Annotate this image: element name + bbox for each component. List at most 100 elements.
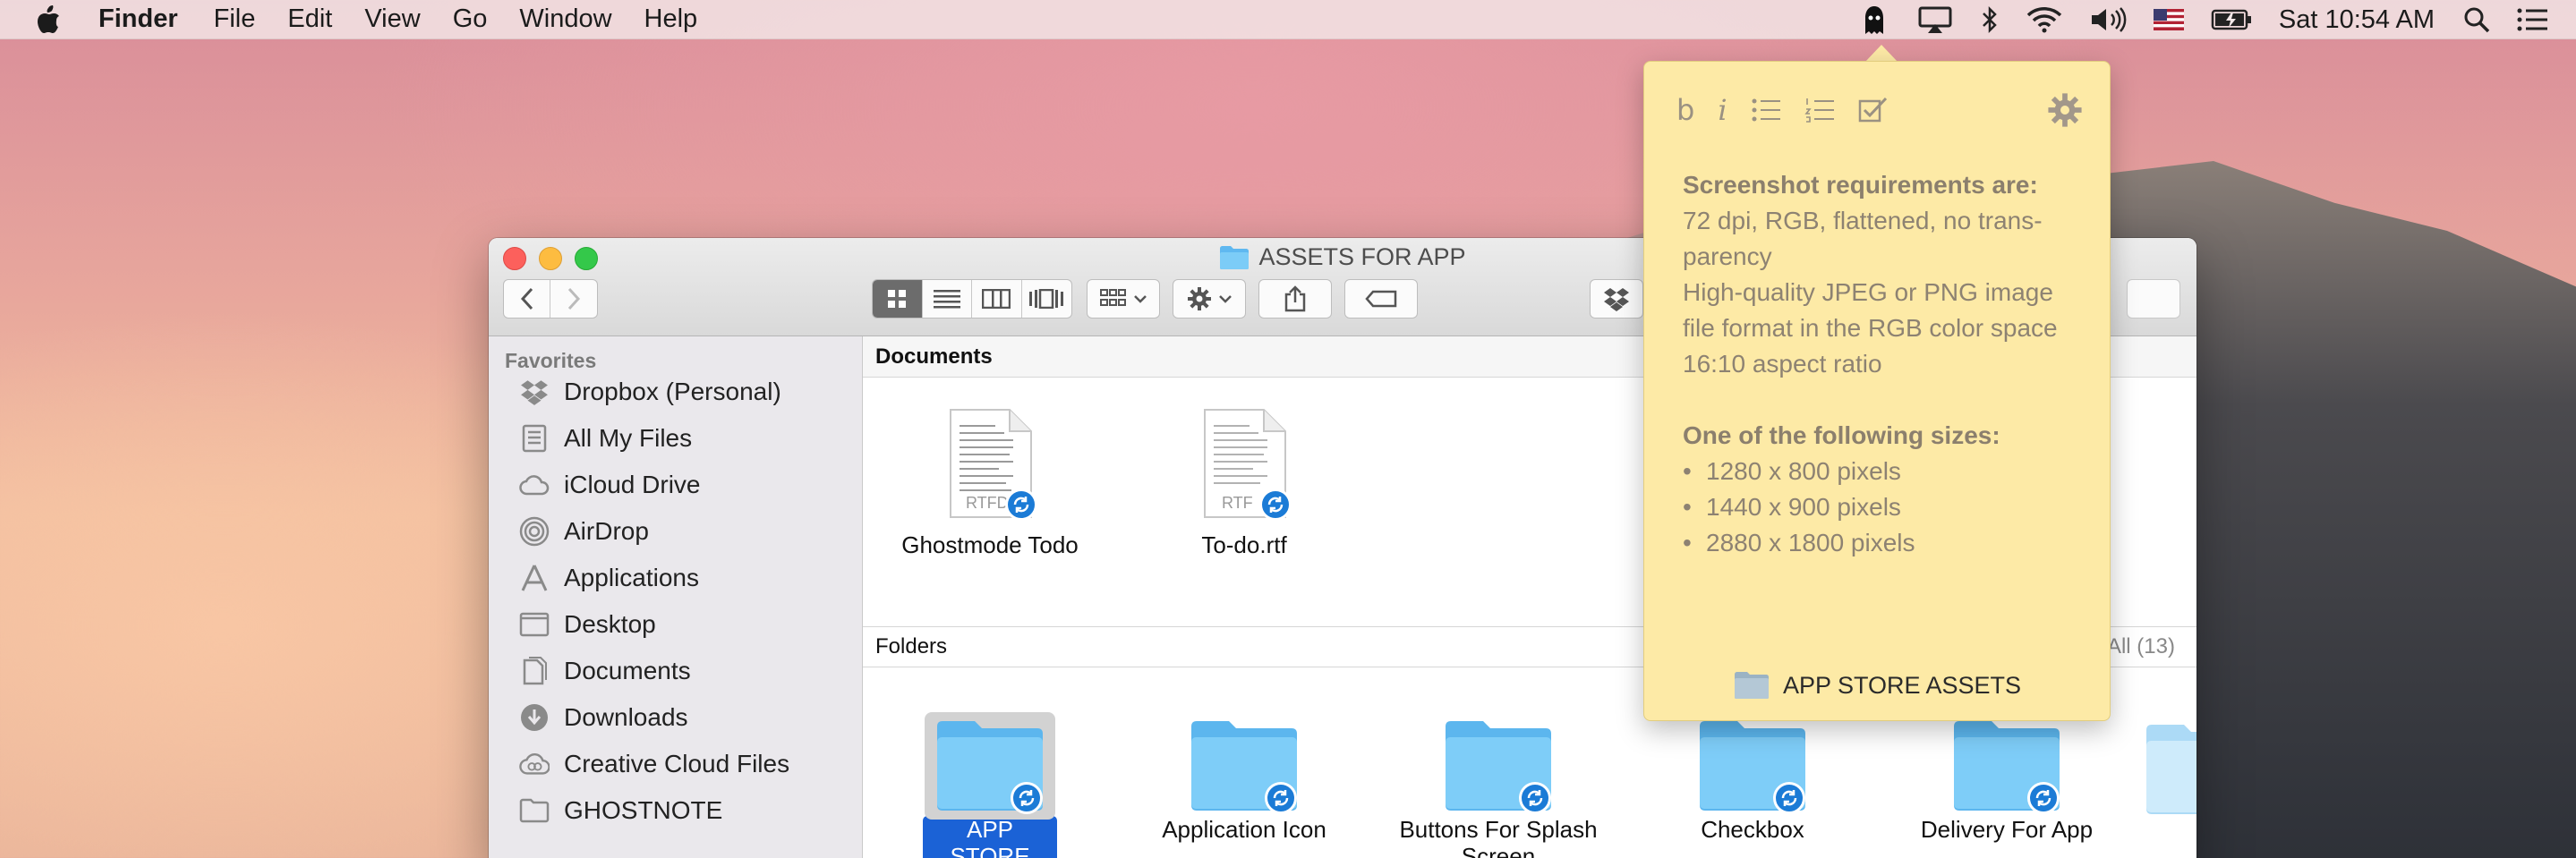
sidebar-item-ghostnote[interactable]: GHOSTNOTE <box>519 791 722 830</box>
numbered-list-button[interactable] <box>1804 92 1835 128</box>
apple-menu-icon[interactable] <box>36 4 63 34</box>
folder-icon <box>925 712 1055 820</box>
menu-file[interactable]: File <box>214 4 256 34</box>
folder-item-app-store-assets[interactable]: APP STORE ASSETS <box>874 712 1106 858</box>
bold-button[interactable]: b <box>1676 92 1694 128</box>
menu-help[interactable]: Help <box>644 4 698 34</box>
gear-icon <box>2048 93 2082 127</box>
dropbox-sync-icon <box>1265 782 1297 814</box>
sidebar-item-applications[interactable]: Applications <box>519 558 699 598</box>
columns-icon <box>982 289 1011 309</box>
arrange-icon <box>1100 289 1126 306</box>
menu-app-finder[interactable]: Finder <box>98 4 178 34</box>
sidebar-item-downloads[interactable]: Downloads <box>519 698 688 737</box>
menu-window[interactable]: Window <box>519 4 611 34</box>
document-name: Ghostmode Todo <box>901 531 1079 558</box>
bullet-text: 2880 x 1800 pixels <box>1706 529 1915 556</box>
icon-view-button[interactable] <box>873 280 923 318</box>
sidebar-item-creative-cloud[interactable]: Creative Cloud Files <box>519 744 789 784</box>
ghostnote-popover: b i Screenshot requirements are: 72 dpi,… <box>1643 61 2111 721</box>
documents-icon <box>519 656 550 686</box>
view-mode-control <box>872 279 1072 319</box>
folder-name: Buttons For Splash Screen <box>1399 816 1598 858</box>
cloud-icon <box>519 470 550 500</box>
gear-icon <box>1188 287 1211 310</box>
flag-icon[interactable] <box>2153 0 2184 39</box>
note-heading-requirements: Screenshot requirements are: <box>1683 171 2038 199</box>
applications-icon <box>519 563 550 593</box>
menu-go[interactable]: Go <box>453 4 488 34</box>
sidebar-item-desktop[interactable]: Desktop <box>519 605 656 644</box>
back-button[interactable] <box>504 280 551 318</box>
coverflow-view-button[interactable] <box>1022 280 1072 318</box>
folder-item-buttons-for-splash-screen[interactable]: Buttons For Splash Screen <box>1382 712 1615 858</box>
italic-button[interactable]: i <box>1718 92 1727 128</box>
list-icon <box>933 290 960 309</box>
note-line: file format in the RGB color space <box>1683 314 2058 342</box>
battery-icon[interactable] <box>2211 0 2252 39</box>
note-linked-folder[interactable]: APP STORE ASSETS <box>1644 670 2110 701</box>
sidebar-item-label: Applications <box>564 564 699 591</box>
sidebar-item-all-my-files[interactable]: All My Files <box>519 419 692 458</box>
sidebar-item-airdrop[interactable]: AirDrop <box>519 512 649 551</box>
spotlight-icon[interactable] <box>2463 0 2490 39</box>
ghostnote-icon[interactable] <box>1858 0 1890 39</box>
folder-icon <box>519 795 550 826</box>
folder-icon <box>1687 712 1818 820</box>
bullet-list-button[interactable] <box>1751 92 1781 128</box>
note-bullet: • 1280 x 800 pixels <box>1683 454 2094 489</box>
grid-icon <box>888 290 907 308</box>
note-format-toolbar: b i <box>1676 92 1889 128</box>
checkbox-icon <box>1858 97 1887 123</box>
document-item-ghostmode-todo[interactable]: RTFD Ghostmode Todo <box>874 408 1106 558</box>
show-all-link[interactable]: All (13) <box>2107 634 2175 659</box>
folder-icon <box>1433 712 1564 820</box>
rtfd-document-icon: RTFD <box>941 408 1039 524</box>
sidebar: Favorites Dropbox (Personal) All My File… <box>489 336 863 858</box>
dropbox-toolbar-button[interactable] <box>1590 279 1643 319</box>
note-text[interactable]: Screenshot requirements are: 72 dpi, RGB… <box>1683 167 2094 561</box>
sidebar-item-dropbox[interactable]: Dropbox (Personal) <box>519 372 781 412</box>
action-button[interactable] <box>1173 279 1246 319</box>
note-heading-sizes: One of the following sizes: <box>1683 421 2000 449</box>
bluetooth-icon[interactable] <box>1980 0 2000 39</box>
arrange-button[interactable] <box>1087 279 1160 319</box>
folder-item-application-icon[interactable]: Application Icon <box>1128 712 1361 843</box>
desktop-icon <box>519 609 550 640</box>
all-files-icon <box>519 423 550 454</box>
wifi-icon[interactable] <box>2026 0 2062 39</box>
note-line: 16:10 aspect ratio <box>1683 350 1882 378</box>
dropbox-sync-icon <box>1011 782 1043 814</box>
bullet-glyph: • <box>1683 493 1692 521</box>
document-item-to-do-rtf[interactable]: RTF To-do.rtf <box>1128 408 1361 558</box>
checklist-button[interactable] <box>1858 92 1889 128</box>
popover-arrow <box>1865 45 1898 62</box>
folder-item-checkbox[interactable]: Checkbox <box>1636 712 1869 843</box>
note-settings-button[interactable] <box>2047 92 2083 132</box>
dropbox-sync-icon <box>1773 782 1805 814</box>
documents-heading: Documents <box>875 344 993 369</box>
column-view-button[interactable] <box>972 280 1022 318</box>
notification-center-icon[interactable] <box>2517 0 2549 39</box>
dropbox-sync-icon <box>1005 488 1037 521</box>
folder-item-delivery-for-app[interactable]: Delivery For App <box>1890 712 2123 843</box>
forward-button[interactable] <box>550 280 597 318</box>
tags-button[interactable] <box>1344 279 1418 319</box>
sidebar-item-label: Documents <box>564 657 691 684</box>
sidebar-item-label: Downloads <box>564 703 688 731</box>
volume-icon[interactable] <box>2089 0 2127 39</box>
dropbox-sync-icon <box>1259 488 1292 521</box>
sidebar-item-label: Dropbox (Personal) <box>564 378 781 405</box>
airplay-icon[interactable] <box>1917 0 1953 39</box>
file-extension-label: RTF <box>1222 494 1253 512</box>
search-field[interactable] <box>2127 279 2180 319</box>
list-view-button[interactable] <box>923 280 972 318</box>
folder-name: Delivery For App <box>1920 816 2094 843</box>
sidebar-item-documents[interactable]: Documents <box>519 651 691 691</box>
sidebar-item-icloud-drive[interactable]: iCloud Drive <box>519 465 701 505</box>
menu-edit[interactable]: Edit <box>287 4 332 34</box>
share-button[interactable] <box>1258 279 1332 319</box>
menu-view[interactable]: View <box>364 4 420 34</box>
folders-heading: Folders <box>875 634 948 658</box>
menubar-clock[interactable]: Sat 10:54 AM <box>2279 5 2435 35</box>
